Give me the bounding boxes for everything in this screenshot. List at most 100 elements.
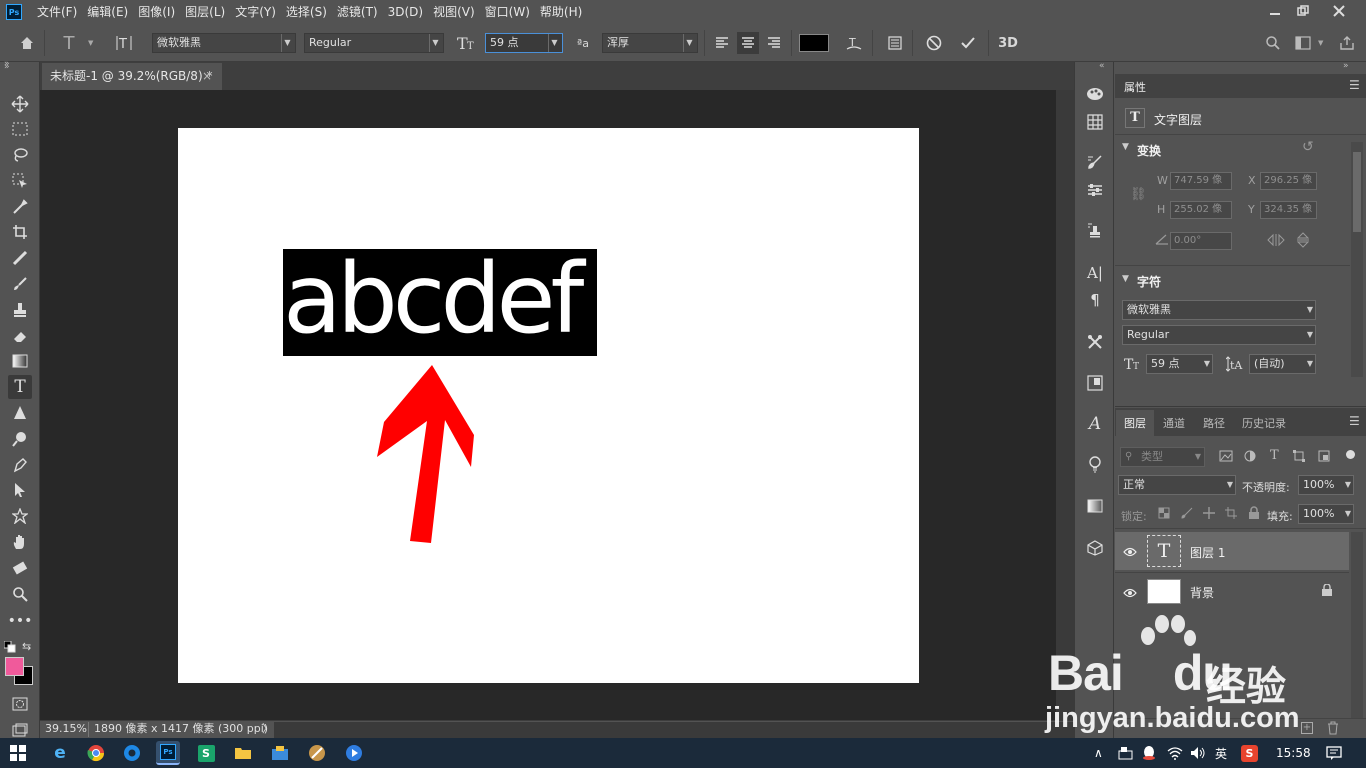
- menu-window[interactable]: 窗口(W): [480, 0, 535, 24]
- zoom-level[interactable]: 39.15%: [45, 721, 87, 737]
- tab-channels[interactable]: 通道: [1163, 415, 1185, 431]
- dodge-tool-icon[interactable]: [8, 427, 32, 451]
- leading-select[interactable]: (自动) ▼: [1249, 354, 1316, 374]
- antialias-select[interactable]: 浑厚 ▼: [602, 33, 698, 53]
- color-panel-icon[interactable]: [1083, 82, 1107, 106]
- character-panel-icon[interactable]: [884, 32, 906, 54]
- gradients-panel-icon[interactable]: [1083, 494, 1107, 518]
- taskbar-tool-icon[interactable]: [305, 741, 329, 765]
- layer-filter-select[interactable]: 类型 ⚲ ▼: [1120, 447, 1205, 467]
- gradient-tool-icon[interactable]: [8, 349, 32, 373]
- media-player-icon[interactable]: [342, 741, 366, 765]
- restore-button[interactable]: [1286, 0, 1320, 22]
- commit-check-icon[interactable]: [957, 32, 979, 54]
- status-chevron-icon[interactable]: 〉: [262, 721, 273, 737]
- layers-menu-icon[interactable]: ☰: [1349, 414, 1360, 428]
- path-selection-tool-icon[interactable]: [8, 478, 32, 502]
- font-style-select[interactable]: Regular ▼: [304, 33, 444, 53]
- pen-tool-icon[interactable]: [8, 453, 32, 477]
- crop-tool-icon[interactable]: [8, 220, 32, 244]
- collapse-strip-icon[interactable]: «: [1099, 61, 1105, 71]
- character-collapse-icon[interactable]: ▼: [1122, 274, 1129, 284]
- cancel-icon[interactable]: [923, 32, 945, 54]
- 3d-panel-icon[interactable]: [1083, 536, 1107, 560]
- move-tool-icon[interactable]: [8, 92, 32, 116]
- object-selection-tool-icon[interactable]: [8, 169, 32, 193]
- link-icon[interactable]: ⛓: [1130, 187, 1147, 202]
- type-tool-icon[interactable]: T: [8, 375, 32, 399]
- photoshop-taskbar-icon[interactable]: Ps: [156, 741, 180, 765]
- menu-layer[interactable]: 图层(L): [180, 0, 230, 24]
- edge-browser-icon[interactable]: [120, 741, 144, 765]
- reset-transform-icon[interactable]: ↺: [1302, 139, 1314, 155]
- text-color-swatch[interactable]: [799, 34, 829, 52]
- workspace-icon[interactable]: [1292, 32, 1314, 54]
- panel-menu-icon[interactable]: ☰: [1349, 78, 1360, 92]
- tray-wifi-icon[interactable]: [1167, 738, 1183, 768]
- swap-colors-icon[interactable]: ⇆: [22, 640, 31, 653]
- properties-scrollbar[interactable]: [1351, 142, 1363, 377]
- font-size-input[interactable]: 59 点 ▼: [485, 33, 563, 53]
- preset-chevron-icon[interactable]: ▼: [88, 39, 93, 47]
- eye-icon[interactable]: [1123, 587, 1137, 601]
- width-field[interactable]: 747.59 像: [1170, 172, 1232, 190]
- glyphs-panel-icon[interactable]: A: [1083, 412, 1107, 436]
- layer-name[interactable]: 背景: [1190, 584, 1214, 601]
- marquee-tool-icon[interactable]: [8, 117, 32, 141]
- align-right-icon[interactable]: [763, 32, 785, 54]
- menu-view[interactable]: 视图(V): [428, 0, 480, 24]
- learn-panel-icon[interactable]: [1083, 453, 1107, 477]
- opacity-input[interactable]: 100% ▼: [1298, 475, 1354, 495]
- adjustments-panel-icon[interactable]: [1083, 178, 1107, 202]
- workspace-chevron-icon[interactable]: ▼: [1318, 39, 1323, 47]
- paragraph-panel-icon[interactable]: ¶: [1083, 288, 1107, 312]
- menu-file[interactable]: 文件(F): [32, 0, 82, 24]
- windows-start-icon[interactable]: [6, 741, 30, 765]
- char-font-select[interactable]: 微软雅黑 ▼: [1122, 300, 1316, 320]
- eyedropper-tool-icon[interactable]: [8, 195, 32, 219]
- align-center-icon[interactable]: [737, 32, 759, 54]
- flip-vertical-icon[interactable]: [1296, 232, 1310, 251]
- tab-history[interactable]: 历史记录: [1242, 415, 1286, 431]
- document-tab[interactable]: 未标题-1 @ 39.2%(RGB/8) * ×: [42, 63, 222, 90]
- share-icon[interactable]: [1336, 32, 1358, 54]
- transform-collapse-icon[interactable]: ▼: [1122, 142, 1129, 152]
- flip-horizontal-icon[interactable]: [1267, 233, 1285, 250]
- menu-edit[interactable]: 编辑(E): [82, 0, 133, 24]
- default-colors-icon[interactable]: [3, 640, 16, 656]
- font-family-select[interactable]: 微软雅黑 ▼: [152, 33, 296, 53]
- filter-toggle[interactable]: [1346, 450, 1355, 459]
- height-field[interactable]: 255.02 像: [1170, 201, 1232, 219]
- tray-network-device-icon[interactable]: [1118, 738, 1134, 768]
- tray-volume-icon[interactable]: [1190, 738, 1206, 768]
- close-tab-icon[interactable]: ×: [202, 63, 212, 89]
- rotate-view-tool-icon[interactable]: [8, 556, 32, 580]
- taskbar-app-icon[interactable]: [268, 741, 292, 765]
- layer-row-text[interactable]: T 图层 1: [1115, 532, 1349, 570]
- canvas-text[interactable]: abcdef: [283, 234, 603, 364]
- tray-sogou-icon[interactable]: S: [1241, 738, 1258, 768]
- y-field[interactable]: 324.35 像: [1260, 201, 1317, 219]
- filter-pixel-icon[interactable]: [1219, 450, 1233, 465]
- text-tool-preset-icon[interactable]: T: [58, 32, 80, 54]
- foreground-color-swatch[interactable]: [5, 657, 24, 676]
- more-tools-icon[interactable]: •••: [8, 609, 33, 633]
- x-field[interactable]: 296.25 像: [1260, 172, 1317, 190]
- swatches-panel-icon[interactable]: [1083, 110, 1107, 134]
- file-explorer-icon[interactable]: [231, 741, 255, 765]
- menu-select[interactable]: 选择(S): [281, 0, 332, 24]
- document-canvas[interactable]: abcdef: [178, 128, 919, 683]
- healing-brush-tool-icon[interactable]: [8, 246, 32, 270]
- lock-position-icon[interactable]: [1202, 506, 1216, 523]
- filter-type-icon[interactable]: T: [1270, 448, 1279, 463]
- filter-shape-icon[interactable]: [1293, 450, 1305, 465]
- layer-row-background[interactable]: 背景: [1115, 572, 1349, 610]
- tab-paths[interactable]: 路径: [1203, 415, 1225, 431]
- menu-type[interactable]: 文字(Y): [230, 0, 281, 24]
- char-size-select[interactable]: 59 点 ▼: [1146, 354, 1213, 374]
- character-panel-toggle-icon[interactable]: A|: [1083, 261, 1107, 285]
- warp-text-icon[interactable]: T: [843, 32, 865, 54]
- horizontal-scrollbar[interactable]: [274, 722, 1074, 738]
- search-icon[interactable]: [1262, 32, 1284, 54]
- brush-settings-icon[interactable]: [1083, 150, 1107, 174]
